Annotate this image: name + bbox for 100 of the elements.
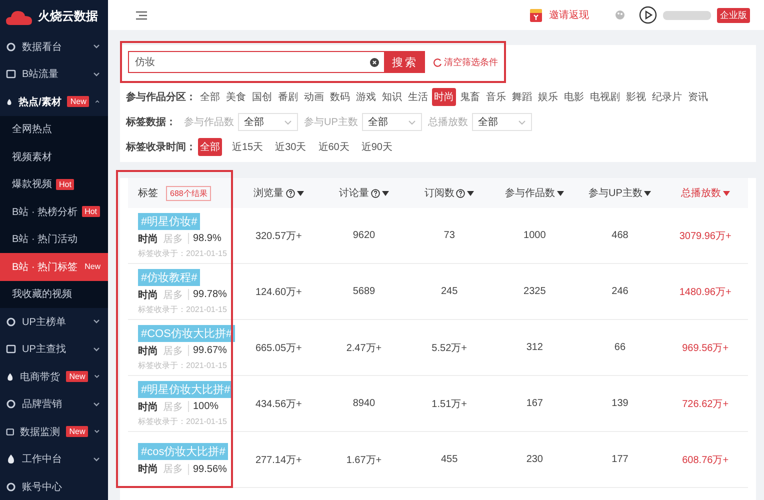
sidebar-item[interactable]: UP主榜单	[0, 308, 108, 336]
category-option[interactable]: 影视	[624, 88, 648, 106]
status-label: Hot	[56, 178, 74, 190]
table-cell-text: 1480.96万+	[678, 286, 732, 298]
table-cell-text: 455	[440, 454, 459, 465]
category-option[interactable]: 娱乐	[536, 88, 560, 106]
search-field[interactable]: 仿妆	[128, 51, 386, 73]
category-option[interactable]: 电影	[562, 88, 586, 106]
time-option[interactable]: 近90天	[359, 138, 394, 156]
dropdown-select[interactable]: 全部	[472, 113, 532, 131]
submenu-item[interactable]: B站 · 热门活动	[0, 226, 108, 253]
table-cell-text: 277.14万+	[254, 454, 303, 466]
dropdown-select[interactable]: 全部	[362, 113, 422, 131]
category-option[interactable]: 舞蹈	[510, 88, 534, 106]
category-text: 时尚	[138, 400, 158, 414]
status-label: New	[67, 96, 90, 108]
category-option[interactable]: 时尚	[432, 88, 456, 106]
column-header[interactable]: 浏览量	[236, 186, 322, 200]
share-percent: 99.67%	[188, 345, 227, 356]
category-option[interactable]: 知识	[380, 88, 404, 106]
share-label: 居多	[163, 288, 183, 302]
table-cell-text: 246	[610, 286, 630, 297]
share-percent: 100%	[188, 401, 219, 412]
time-option[interactable]: 全部	[198, 138, 222, 156]
sort-icon[interactable]	[296, 190, 304, 196]
category-text: 时尚	[138, 344, 158, 358]
category-option[interactable]: 纪录片	[650, 88, 684, 106]
table-cell-text: 230	[525, 454, 544, 465]
time-option[interactable]: 近30天	[273, 138, 308, 156]
table-cell-text: 3079.96万+	[678, 230, 732, 242]
sidebar-item[interactable]: B站流量	[0, 60, 108, 88]
refresh-icon	[433, 58, 442, 66]
column-header[interactable]: 参与UP主数	[577, 186, 663, 200]
play-icon[interactable]	[639, 6, 657, 24]
submenu-item[interactable]: 视频素材	[0, 143, 108, 170]
table-cell-text: 66	[613, 342, 627, 353]
table-cell-text: 139	[610, 398, 630, 409]
submenu-item[interactable]: 我收藏的视频	[0, 280, 108, 308]
date-text: 标签收录于：2021-01-15	[138, 416, 227, 426]
category-option[interactable]: 资讯	[686, 88, 710, 106]
sidebar-item[interactable]: 工作中台	[0, 446, 108, 473]
category-option[interactable]: 国创	[250, 88, 274, 106]
time-option[interactable]: 近60天	[316, 138, 352, 156]
submenu-item[interactable]: 全网热点	[0, 116, 108, 143]
gift-icon	[529, 8, 543, 22]
table-cell-text: 5689	[352, 286, 376, 297]
sort-icon[interactable]	[557, 190, 564, 196]
sort-icon[interactable]	[467, 190, 474, 196]
search-button[interactable]: 搜索	[385, 51, 425, 73]
chevron-icon	[94, 429, 100, 434]
chevron-icon	[93, 456, 100, 462]
sidebar-item[interactable]: 账号中心	[0, 473, 108, 500]
category-option[interactable]: 动画	[302, 88, 326, 106]
table-cell-text: 73	[442, 230, 456, 241]
status-label: New	[66, 426, 88, 438]
category-text: 时尚	[138, 462, 158, 476]
table-cell-text: 8940	[352, 398, 376, 409]
submenu-item[interactable]: 爆款视频 Hot	[0, 170, 108, 198]
sidebar-item[interactable]: 电商带货 New	[0, 363, 108, 390]
sort-icon[interactable]	[382, 190, 389, 196]
time-option[interactable]: 近15天	[230, 138, 266, 156]
submenu-item[interactable]: B站 · 热榜分析 Hot	[0, 198, 108, 226]
select-label: 参与UP主数	[304, 116, 358, 129]
table-cell-text: 665.05万+	[254, 342, 303, 354]
sidebar-item[interactable]: UP主查找	[0, 336, 108, 363]
category-option[interactable]: 美食	[224, 88, 248, 106]
category-option[interactable]: 数码	[328, 88, 352, 106]
category-option[interactable]: 游戏	[354, 88, 378, 106]
submenu-item[interactable]: B站 · 热门标签 New	[0, 253, 108, 280]
table-cell-text: 2.47万+	[345, 342, 383, 354]
column-header[interactable]: 讨论量	[321, 186, 407, 200]
chevron-icon	[95, 99, 100, 104]
column-header[interactable]: 参与作品数	[492, 186, 578, 200]
table-cell-text: 124.60万+	[254, 286, 303, 298]
chevron-icon	[518, 120, 526, 124]
category-option[interactable]: 生活	[406, 88, 430, 106]
category-option[interactable]: 番剧	[276, 88, 300, 106]
chevron-icon	[93, 44, 100, 50]
clear-icon[interactable]	[370, 58, 380, 66]
column-header[interactable]: 订阅数	[406, 186, 492, 200]
category-option[interactable]: 音乐	[484, 88, 508, 106]
sidebar-item[interactable]: 热点/素材 New	[0, 88, 108, 116]
reset-link[interactable]: 清空筛选条件	[433, 56, 498, 68]
chevron-icon	[284, 120, 292, 124]
sort-icon[interactable]	[644, 190, 652, 196]
sidebar-item[interactable]: 品牌营销	[0, 390, 108, 418]
filter-label: 参与作品分区：	[126, 90, 196, 104]
table-cell-text: 5.52万+	[430, 342, 468, 354]
dropdown-select[interactable]: 全部	[238, 113, 298, 131]
category-option[interactable]: 全部	[198, 88, 222, 106]
sidebar-item[interactable]: 数据看台	[0, 33, 108, 60]
column-header[interactable]: 总播放数	[662, 186, 748, 200]
chevron-icon	[93, 72, 100, 77]
date-text: 标签收录于：2021-01-15	[138, 248, 227, 258]
sidebar-item[interactable]: 数据监测 New	[0, 418, 108, 446]
invite-link[interactable]: 邀请返现	[549, 8, 589, 22]
cloud-logo-icon	[6, 8, 32, 24]
chevron-icon	[408, 120, 416, 124]
category-option[interactable]: 电视剧	[588, 88, 622, 106]
category-option[interactable]: 鬼畜	[458, 88, 482, 106]
